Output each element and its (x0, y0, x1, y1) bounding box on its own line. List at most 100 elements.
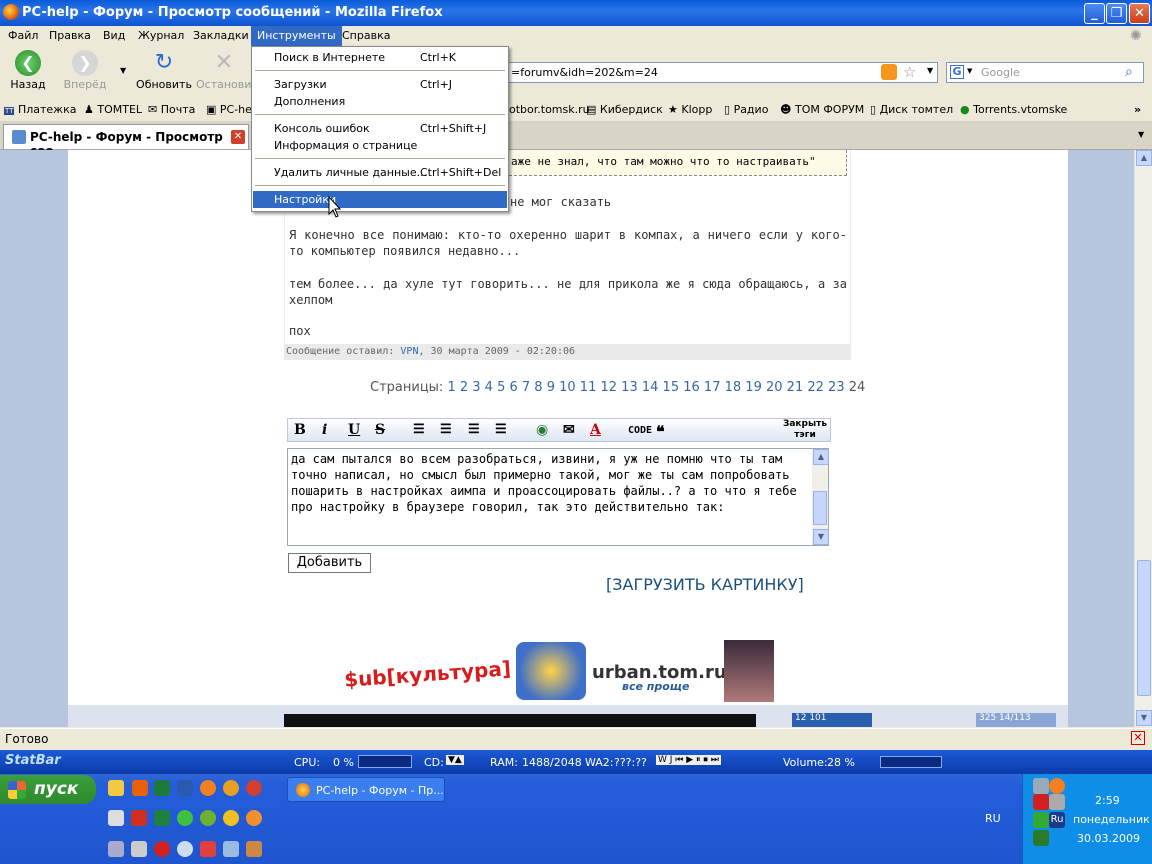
message-textarea[interactable]: да сам пытался во всем разобраться, изви… (287, 448, 829, 546)
bookmark-item[interactable]: ● Torrents.vtomske (960, 103, 1067, 116)
code-button[interactable]: CODE (628, 425, 652, 436)
font-color-icon[interactable]: A (590, 422, 601, 438)
bookmark-item[interactable]: ▯ Радио (724, 103, 768, 116)
counter-widget[interactable]: 12 101 (792, 713, 872, 727)
menu-bookmarks[interactable]: Закладки (193, 29, 249, 42)
scroll-down-icon[interactable]: ▼ (1136, 710, 1152, 726)
quicklaunch-icon[interactable] (131, 810, 147, 826)
minimize-button[interactable]: _ (1084, 3, 1105, 24)
reload-button[interactable]: ↻ Обновить (136, 50, 192, 91)
menu-item-error-console[interactable]: Консоль ошибок Ctrl+Shift+J (253, 120, 507, 137)
menu-item-web-search[interactable]: Поиск в Интернете Ctrl+K (253, 49, 507, 66)
tray-network-icon[interactable] (1033, 778, 1049, 794)
quicklaunch-icon[interactable] (246, 810, 262, 826)
editor-scrollbar[interactable]: ▲ ▼ (812, 449, 829, 545)
tray-icon[interactable] (1033, 830, 1049, 846)
google-icon[interactable]: G (950, 65, 964, 79)
page-link[interactable]: 19 (745, 380, 766, 395)
italic-button[interactable]: i (322, 422, 327, 438)
quicklaunch-tool-icon[interactable] (246, 841, 262, 857)
close-tags-button[interactable]: Закрыть тэги (782, 419, 828, 441)
quicklaunch-excel-icon[interactable] (154, 780, 170, 796)
stop-button[interactable]: ✕ Остановить (196, 50, 264, 91)
align-center-icon[interactable]: ☰ (440, 422, 452, 437)
engine-dropdown-icon[interactable]: ▼ (967, 67, 972, 75)
page-link[interactable]: 10 (559, 380, 580, 395)
banner-ad[interactable]: $ub[культура] urban.tom.ru все проще (340, 640, 776, 702)
align-right-icon[interactable]: ☰ (468, 422, 480, 437)
quicklaunch-word-icon[interactable] (177, 780, 193, 796)
bold-button[interactable]: B (294, 422, 306, 438)
scroll-down-icon[interactable]: ▼ (813, 529, 829, 545)
menu-item-addons[interactable]: Дополнения (253, 93, 507, 110)
page-link[interactable]: 6 (509, 380, 521, 395)
menu-item-downloads[interactable]: Загрузки Ctrl+J (253, 76, 507, 93)
history-dropdown-icon[interactable]: ▼ (120, 66, 126, 75)
page-link[interactable]: 15 (663, 380, 684, 395)
quicklaunch-icon[interactable] (200, 841, 216, 857)
tray-kaspersky-icon[interactable] (1033, 794, 1049, 810)
back-button[interactable]: ❮ Назад (8, 50, 48, 91)
quicklaunch-icon[interactable] (177, 810, 193, 826)
cd-eject-icon[interactable]: ▼▲ (446, 755, 464, 765)
menu-item-options[interactable]: Настройки (253, 191, 507, 208)
taskbar-firefox-window[interactable]: PC-help - Форум - Пр... (287, 777, 445, 802)
email-icon[interactable]: ✉ (563, 422, 575, 438)
tray-app-icon[interactable] (1049, 778, 1065, 794)
author-link[interactable]: VPN (400, 346, 418, 357)
second-banner[interactable] (284, 714, 756, 727)
quicklaunch-info-icon[interactable] (223, 810, 239, 826)
quicklaunch-aimp-icon[interactable] (223, 780, 239, 796)
editor-scroll-thumb[interactable] (813, 491, 827, 525)
search-input[interactable]: G ▼ Google ⌕ (946, 62, 1144, 83)
scroll-up-icon[interactable]: ▲ (1136, 150, 1152, 166)
page-link[interactable]: 17 (704, 380, 725, 395)
quicklaunch-icon[interactable] (200, 810, 216, 826)
link-icon[interactable]: ◉ (536, 422, 548, 438)
counter-widget-2[interactable]: 325 14/113 (976, 713, 1056, 727)
page-link[interactable]: 22 (807, 380, 828, 395)
menu-help[interactable]: Справка (342, 29, 390, 42)
page-link[interactable]: 16 (683, 380, 704, 395)
maximize-button[interactable]: ❐ (1106, 3, 1127, 24)
bookmark-item[interactable]: otbor.tomsk.ru (509, 103, 590, 116)
quicklaunch-icon[interactable] (108, 841, 124, 857)
quicklaunch-icon[interactable] (154, 810, 170, 826)
bookmark-item[interactable]: ☻ ТОМ ФОРУМ (780, 103, 864, 116)
page-link[interactable]: 23 (828, 380, 849, 395)
underline-button[interactable]: U (348, 422, 360, 438)
tray-icon[interactable] (1033, 812, 1049, 828)
url-input[interactable]: =forumv&idh=202&m=24 ☆ ▼ (506, 62, 938, 83)
page-link[interactable]: 8 (534, 380, 546, 395)
quicklaunch-firefox-icon[interactable] (132, 780, 148, 796)
statusbar-close-icon[interactable]: ✕ (1131, 731, 1145, 745)
page-link[interactable]: 3 (472, 380, 484, 395)
page-link[interactable]: 9 (547, 380, 559, 395)
menu-history[interactable]: Журнал (138, 29, 184, 42)
page-link[interactable]: 18 (725, 380, 746, 395)
menu-item-page-info[interactable]: Информация о странице (253, 137, 507, 154)
clock-time[interactable]: 2:59 (1095, 794, 1120, 807)
align-justify-icon[interactable]: ☰ (495, 422, 507, 437)
upload-image-link[interactable]: [ЗАГРУЗИТЬ КАРТИНКУ] (606, 575, 804, 594)
menu-view[interactable]: Вид (103, 29, 125, 42)
page-link[interactable]: 1 (447, 380, 459, 395)
page-link[interactable]: 20 (766, 380, 787, 395)
bookmark-item[interactable]: ▯ Диск томтел (870, 103, 953, 116)
bookmark-item[interactable]: TT Платежка (4, 103, 76, 116)
quicklaunch-icon[interactable] (131, 841, 147, 857)
align-left-icon[interactable]: ☰ (413, 422, 425, 437)
strike-button[interactable]: S (375, 422, 385, 438)
quicklaunch-clock-icon[interactable] (108, 780, 124, 796)
menu-tools[interactable]: Инструменты (251, 26, 342, 46)
star-icon[interactable]: ☆ (903, 63, 916, 81)
menu-item-clear-private-data[interactable]: Удалить личные данные... Ctrl+Shift+Del (253, 164, 507, 181)
volume-slider[interactable] (880, 756, 942, 768)
page-link[interactable]: 2 (460, 380, 472, 395)
page-link[interactable]: 21 (787, 380, 808, 395)
bookmark-item[interactable]: ♟ TOMTEL (84, 103, 142, 116)
page-link[interactable]: 4 (485, 380, 497, 395)
media-controls-icon[interactable]: W J ⏮ ▶ ⏸ ⏹ ⏭ (656, 755, 721, 765)
forward-button[interactable]: ❯ Вперёд (62, 50, 108, 91)
quicklaunch-icon[interactable] (108, 810, 124, 826)
